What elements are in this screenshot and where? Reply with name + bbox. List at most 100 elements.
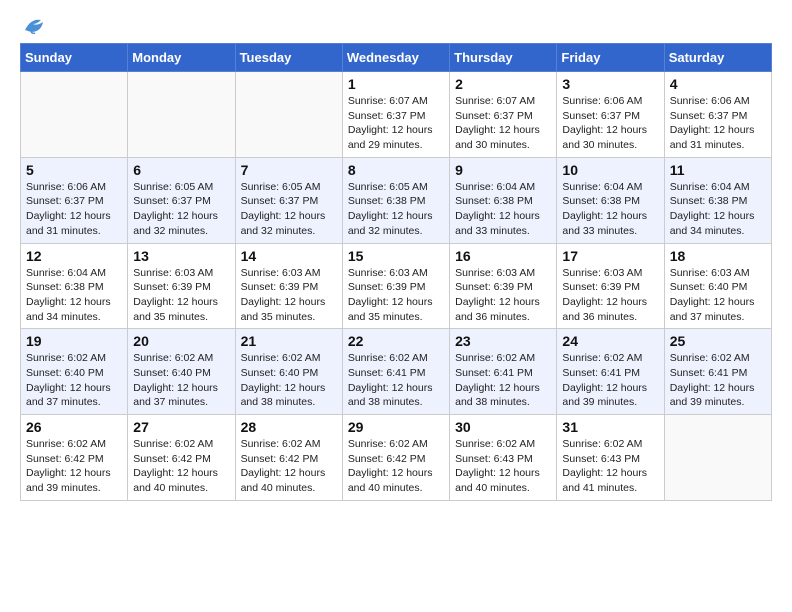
calendar-day-28: 28 Sunrise: 6:02 AM Sunset: 6:42 PM Dayli… [235, 415, 342, 501]
calendar-week-row: 5 Sunrise: 6:06 AM Sunset: 6:37 PM Daylig… [21, 157, 772, 243]
calendar-day-3: 3 Sunrise: 6:06 AM Sunset: 6:37 PM Daylig… [557, 72, 664, 158]
day-info: Sunrise: 6:03 AM Sunset: 6:39 PM Dayligh… [455, 266, 551, 325]
calendar-day-5: 5 Sunrise: 6:06 AM Sunset: 6:37 PM Daylig… [21, 157, 128, 243]
day-number: 7 [241, 162, 337, 178]
logo [20, 16, 45, 35]
day-info: Sunrise: 6:06 AM Sunset: 6:37 PM Dayligh… [670, 94, 766, 153]
day-number: 13 [133, 248, 229, 264]
day-info: Sunrise: 6:07 AM Sunset: 6:37 PM Dayligh… [348, 94, 444, 153]
day-number: 19 [26, 333, 122, 349]
weekday-header-saturday: Saturday [664, 44, 771, 72]
day-number: 29 [348, 419, 444, 435]
day-number: 16 [455, 248, 551, 264]
day-number: 11 [670, 162, 766, 178]
logo-bird-icon [23, 16, 45, 39]
day-number: 1 [348, 76, 444, 92]
day-info: Sunrise: 6:02 AM Sunset: 6:42 PM Dayligh… [26, 437, 122, 496]
day-info: Sunrise: 6:02 AM Sunset: 6:43 PM Dayligh… [455, 437, 551, 496]
calendar-day-21: 21 Sunrise: 6:02 AM Sunset: 6:40 PM Dayli… [235, 329, 342, 415]
day-number: 21 [241, 333, 337, 349]
calendar-day-30: 30 Sunrise: 6:02 AM Sunset: 6:43 PM Dayli… [450, 415, 557, 501]
calendar-day-22: 22 Sunrise: 6:02 AM Sunset: 6:41 PM Dayli… [342, 329, 449, 415]
calendar-day-15: 15 Sunrise: 6:03 AM Sunset: 6:39 PM Dayli… [342, 243, 449, 329]
day-number: 22 [348, 333, 444, 349]
day-number: 28 [241, 419, 337, 435]
day-number: 30 [455, 419, 551, 435]
day-info: Sunrise: 6:02 AM Sunset: 6:41 PM Dayligh… [670, 351, 766, 410]
calendar-day-23: 23Sunrise: 6:02 AM Sunset: 6:41 PM Dayli… [450, 329, 557, 415]
day-number: 31 [562, 419, 658, 435]
calendar-day-8: 8 Sunrise: 6:05 AM Sunset: 6:38 PM Daylig… [342, 157, 449, 243]
calendar-day-6: 6Sunrise: 6:05 AM Sunset: 6:37 PM Daylig… [128, 157, 235, 243]
weekday-header-monday: Monday [128, 44, 235, 72]
day-number: 3 [562, 76, 658, 92]
calendar-day-20: 20 Sunrise: 6:02 AM Sunset: 6:40 PM Dayli… [128, 329, 235, 415]
calendar-day-9: 9Sunrise: 6:04 AM Sunset: 6:38 PM Daylig… [450, 157, 557, 243]
day-info: Sunrise: 6:06 AM Sunset: 6:37 PM Dayligh… [26, 180, 122, 239]
calendar-day-16: 16 Sunrise: 6:03 AM Sunset: 6:39 PM Dayli… [450, 243, 557, 329]
calendar-day-10: 10 Sunrise: 6:04 AM Sunset: 6:38 PM Dayli… [557, 157, 664, 243]
day-info: Sunrise: 6:02 AM Sunset: 6:40 PM Dayligh… [241, 351, 337, 410]
calendar-day-7: 7 Sunrise: 6:05 AM Sunset: 6:37 PM Daylig… [235, 157, 342, 243]
day-info: Sunrise: 6:05 AM Sunset: 6:37 PM Dayligh… [133, 180, 229, 239]
calendar-table: SundayMondayTuesdayWednesdayThursdayFrid… [20, 43, 772, 501]
calendar-day-25: 25Sunrise: 6:02 AM Sunset: 6:41 PM Dayli… [664, 329, 771, 415]
day-number: 5 [26, 162, 122, 178]
day-number: 8 [348, 162, 444, 178]
weekday-header-sunday: Sunday [21, 44, 128, 72]
empty-day [664, 415, 771, 501]
day-number: 10 [562, 162, 658, 178]
calendar-day-11: 11 Sunrise: 6:04 AM Sunset: 6:38 PM Dayli… [664, 157, 771, 243]
calendar-day-4: 4 Sunrise: 6:06 AM Sunset: 6:37 PM Daylig… [664, 72, 771, 158]
empty-day [21, 72, 128, 158]
day-info: Sunrise: 6:04 AM Sunset: 6:38 PM Dayligh… [562, 180, 658, 239]
weekday-header-tuesday: Tuesday [235, 44, 342, 72]
day-info: Sunrise: 6:02 AM Sunset: 6:42 PM Dayligh… [241, 437, 337, 496]
calendar-day-1: 1 Sunrise: 6:07 AM Sunset: 6:37 PM Daylig… [342, 72, 449, 158]
day-number: 4 [670, 76, 766, 92]
day-info: Sunrise: 6:02 AM Sunset: 6:43 PM Dayligh… [562, 437, 658, 496]
day-info: Sunrise: 6:03 AM Sunset: 6:39 PM Dayligh… [348, 266, 444, 325]
calendar-day-14: 14Sunrise: 6:03 AM Sunset: 6:39 PM Dayli… [235, 243, 342, 329]
day-number: 9 [455, 162, 551, 178]
day-number: 26 [26, 419, 122, 435]
weekday-header-wednesday: Wednesday [342, 44, 449, 72]
calendar-header-row: SundayMondayTuesdayWednesdayThursdayFrid… [21, 44, 772, 72]
calendar-day-31: 31 Sunrise: 6:02 AM Sunset: 6:43 PM Dayli… [557, 415, 664, 501]
day-number: 23 [455, 333, 551, 349]
calendar-day-27: 27 Sunrise: 6:02 AM Sunset: 6:42 PM Dayli… [128, 415, 235, 501]
day-info: Sunrise: 6:03 AM Sunset: 6:40 PM Dayligh… [670, 266, 766, 325]
weekday-header-thursday: Thursday [450, 44, 557, 72]
calendar-day-29: 29 Sunrise: 6:02 AM Sunset: 6:42 PM Dayli… [342, 415, 449, 501]
day-info: Sunrise: 6:05 AM Sunset: 6:38 PM Dayligh… [348, 180, 444, 239]
day-info: Sunrise: 6:02 AM Sunset: 6:40 PM Dayligh… [133, 351, 229, 410]
day-info: Sunrise: 6:02 AM Sunset: 6:41 PM Dayligh… [562, 351, 658, 410]
day-number: 2 [455, 76, 551, 92]
day-info: Sunrise: 6:04 AM Sunset: 6:38 PM Dayligh… [670, 180, 766, 239]
day-number: 24 [562, 333, 658, 349]
calendar-day-2: 2Sunrise: 6:07 AM Sunset: 6:37 PM Daylig… [450, 72, 557, 158]
day-info: Sunrise: 6:04 AM Sunset: 6:38 PM Dayligh… [26, 266, 122, 325]
day-info: Sunrise: 6:02 AM Sunset: 6:42 PM Dayligh… [133, 437, 229, 496]
calendar-week-row: 26 Sunrise: 6:02 AM Sunset: 6:42 PM Dayli… [21, 415, 772, 501]
day-info: Sunrise: 6:05 AM Sunset: 6:37 PM Dayligh… [241, 180, 337, 239]
day-info: Sunrise: 6:06 AM Sunset: 6:37 PM Dayligh… [562, 94, 658, 153]
day-number: 27 [133, 419, 229, 435]
calendar-week-row: 19 Sunrise: 6:02 AM Sunset: 6:40 PM Dayli… [21, 329, 772, 415]
day-info: Sunrise: 6:02 AM Sunset: 6:42 PM Dayligh… [348, 437, 444, 496]
weekday-header-friday: Friday [557, 44, 664, 72]
day-number: 12 [26, 248, 122, 264]
day-info: Sunrise: 6:03 AM Sunset: 6:39 PM Dayligh… [241, 266, 337, 325]
calendar-day-26: 26 Sunrise: 6:02 AM Sunset: 6:42 PM Dayli… [21, 415, 128, 501]
calendar-week-row: 12 Sunrise: 6:04 AM Sunset: 6:38 PM Dayli… [21, 243, 772, 329]
day-info: Sunrise: 6:03 AM Sunset: 6:39 PM Dayligh… [133, 266, 229, 325]
day-number: 20 [133, 333, 229, 349]
page-container: SundayMondayTuesdayWednesdayThursdayFrid… [0, 0, 792, 517]
day-number: 15 [348, 248, 444, 264]
calendar-week-row: 1 Sunrise: 6:07 AM Sunset: 6:37 PM Daylig… [21, 72, 772, 158]
day-info: Sunrise: 6:02 AM Sunset: 6:41 PM Dayligh… [348, 351, 444, 410]
calendar-day-18: 18Sunrise: 6:03 AM Sunset: 6:40 PM Dayli… [664, 243, 771, 329]
empty-day [235, 72, 342, 158]
page-header [20, 16, 772, 35]
calendar-day-17: 17Sunrise: 6:03 AM Sunset: 6:39 PM Dayli… [557, 243, 664, 329]
